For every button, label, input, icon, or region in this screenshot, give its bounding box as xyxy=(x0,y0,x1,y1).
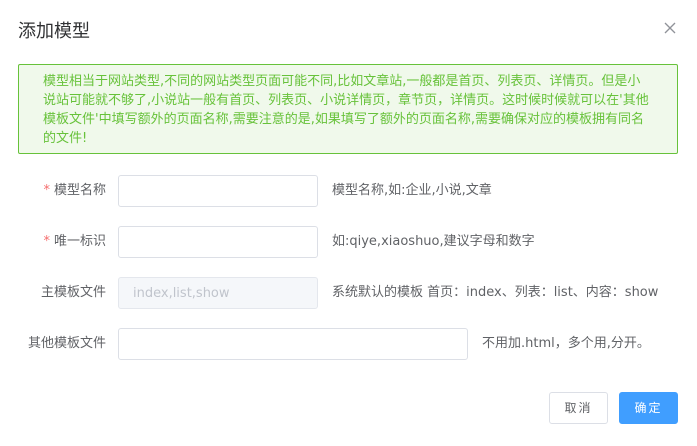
dialog-title: 添加模型 xyxy=(18,21,90,42)
identifier-input[interactable] xyxy=(118,226,318,258)
form-row-other-template: 其他模板文件 不用加.html，多个用,分开。 xyxy=(0,328,697,360)
main-template-hint: 系统默认的模板 首页：index、列表：list、内容：show xyxy=(332,285,659,300)
alert-text: 模型相当于网站类型,不同的网站类型页面可能不同,比如文章站,一般都是首页、列表页… xyxy=(43,74,649,146)
add-model-dialog: 添加模型 模型相当于网站类型,不同的网站类型页面可能不同,比如文章站,一般都是首… xyxy=(0,0,697,446)
form-row-main-template: 主模板文件 系统默认的模板 首页：index、列表：list、内容：show xyxy=(0,277,697,309)
other-template-hint: 不用加.html，多个用,分开。 xyxy=(482,336,650,351)
model-name-label-text: 模型名称 xyxy=(53,183,106,198)
confirm-button[interactable]: 确定 xyxy=(619,392,678,424)
other-template-input[interactable] xyxy=(118,328,468,360)
required-mark: * xyxy=(43,183,50,198)
main-template-input xyxy=(118,277,318,309)
cancel-button[interactable]: 取消 xyxy=(549,392,608,424)
required-mark: * xyxy=(43,234,50,249)
other-template-label: 其他模板文件 xyxy=(27,336,106,351)
info-alert: 模型相当于网站类型,不同的网站类型页面可能不同,比如文章站,一般都是首页、列表页… xyxy=(18,64,678,154)
close-icon[interactable] xyxy=(661,19,679,37)
model-name-label: * 模型名称 xyxy=(43,175,106,207)
form-row-model-name: * 模型名称 模型名称,如:企业,小说,文章 xyxy=(0,175,697,207)
identifier-label: * 唯一标识 xyxy=(43,226,106,258)
identifier-hint: 如:qiye,xiaoshuo,建议字母和数字 xyxy=(332,234,535,249)
model-name-hint: 模型名称,如:企业,小说,文章 xyxy=(332,183,492,198)
identifier-label-text: 唯一标识 xyxy=(53,234,106,249)
form-row-identifier: * 唯一标识 如:qiye,xiaoshuo,建议字母和数字 xyxy=(0,226,697,258)
main-template-label: 主模板文件 xyxy=(40,285,106,300)
model-name-input[interactable] xyxy=(118,175,318,207)
